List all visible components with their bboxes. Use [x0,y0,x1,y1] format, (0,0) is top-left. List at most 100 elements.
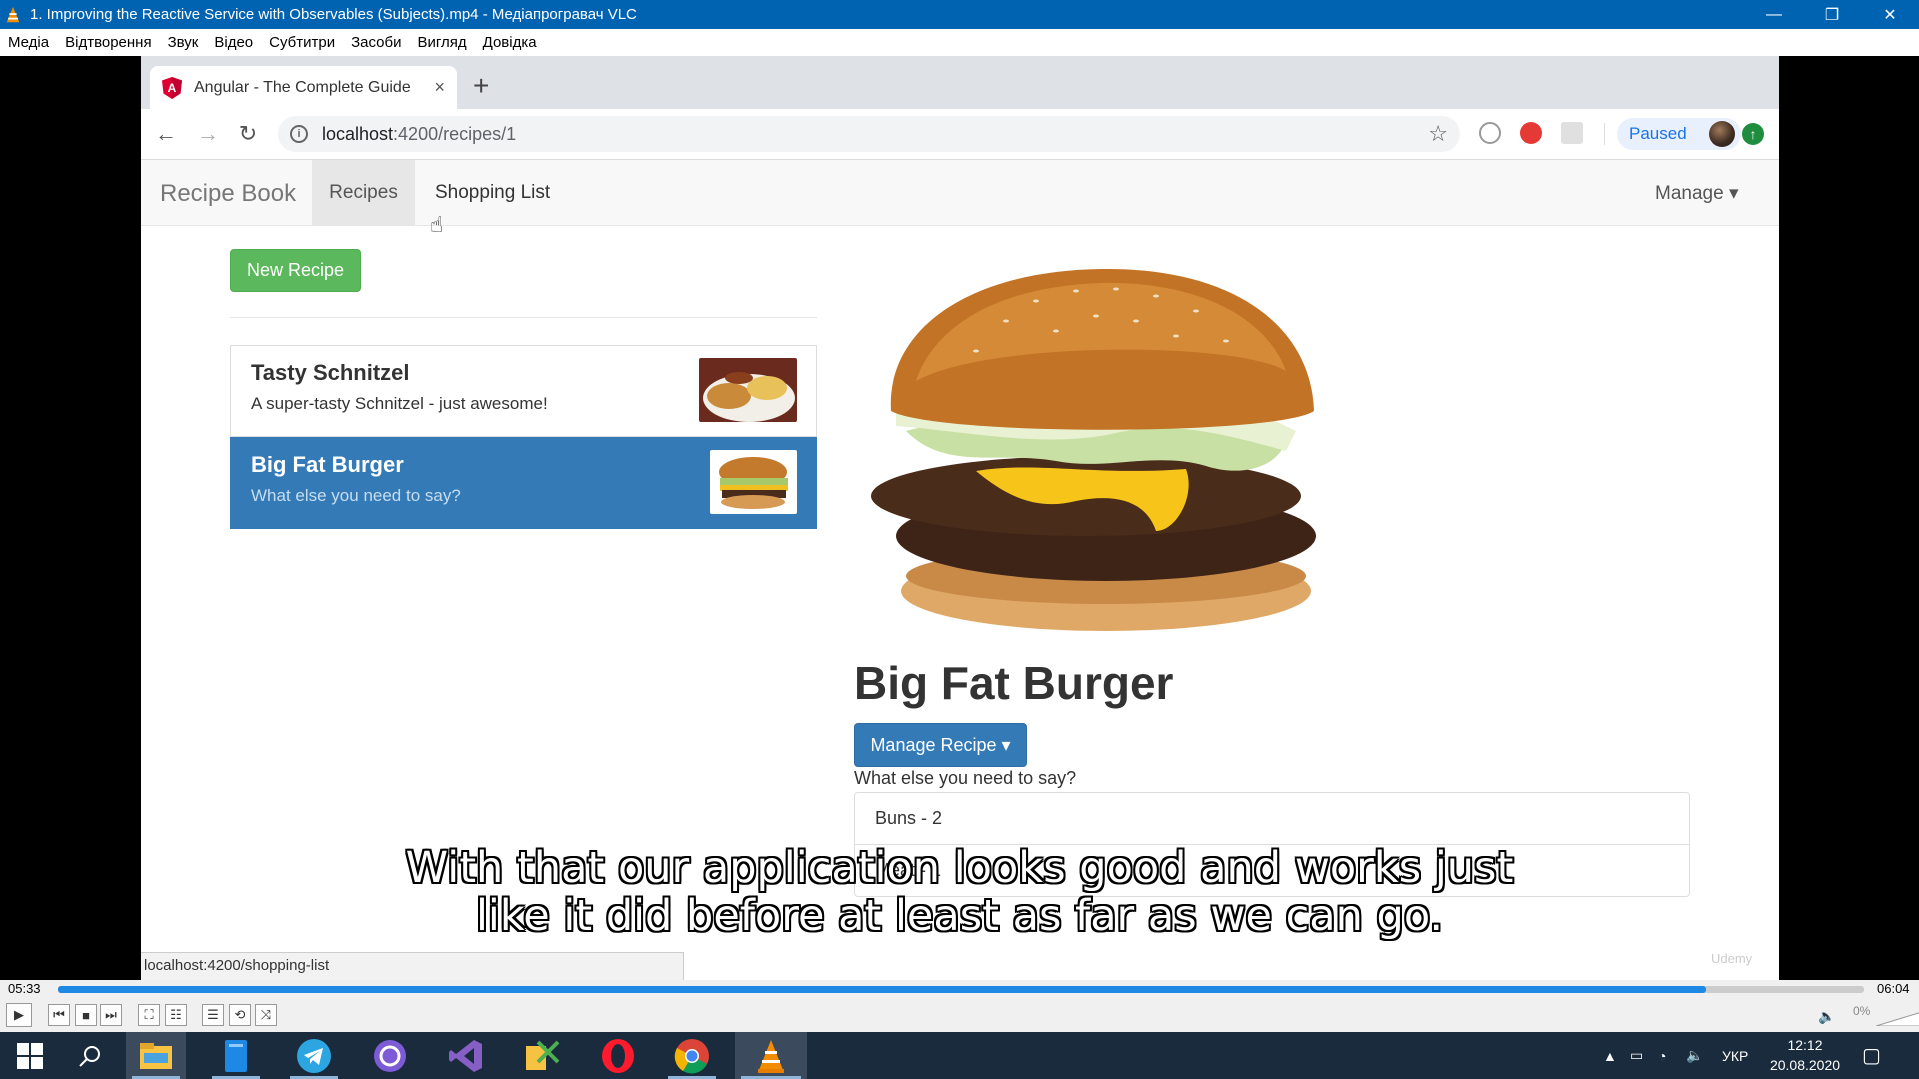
vlc-title-bar: 1. Improving the Reactive Service with O… [0,0,1919,29]
window-title: 1. Improving the Reactive Service with O… [30,6,637,23]
profile-paused-chip: Paused [1617,118,1741,150]
recipe-list-item-active: Big Fat Burger What else you need to say… [230,437,817,529]
menu-view[interactable]: Вигляд [409,34,474,51]
browser-tab-strip: A Angular - The Complete Guide × + [141,56,1779,109]
menu-video[interactable]: Відео [206,34,261,51]
nav-recipes: Recipes [312,160,415,226]
extended-settings-icon[interactable]: ☷ [165,1004,187,1026]
extension-adblock-icon [1520,122,1542,144]
avatar [1709,121,1735,147]
windows-taskbar: ▲ ▭ ◔ 🔈 УКР 12:12 20.08.2020 ▢ [0,1032,1919,1079]
subtitle-line-1: With that our application looks good and… [405,843,1514,893]
wifi-icon[interactable]: ◔ [1658,1032,1666,1079]
brand-link: Recipe Book [160,180,297,207]
chrome-icon[interactable] [662,1032,722,1079]
tab-title: Angular - The Complete Guide [194,78,411,96]
playlist-icon[interactable]: ☰ [202,1004,224,1026]
schnitzel-thumbnail [699,358,797,422]
video-area[interactable]: A Angular - The Complete Guide × + ← → ↻… [0,56,1919,980]
battery-icon[interactable]: ▭ [1630,1032,1643,1079]
telegram-icon[interactable] [284,1032,344,1079]
back-icon: ← [155,121,177,146]
status-bar-url: localhost:4200/shopping-list [141,952,684,980]
menu-subtitles[interactable]: Субтитри [261,34,343,51]
ingredient-item: Buns - 2 [854,792,1690,845]
nav-shopping-list: Shopping List [435,182,551,203]
restore-button[interactable]: ❐ [1803,0,1861,29]
volume-icon[interactable]: 🔈 [1818,1008,1835,1025]
vlc-cone-icon [6,6,20,22]
loop-icon[interactable]: ⟲ [229,1004,251,1026]
speaker-icon[interactable]: 🔈 [1686,1032,1703,1079]
extension-timer-icon [1479,122,1501,144]
browser-toolbar: ← → ↻ i localhost:4200/recipes/1 ☆ Pause… [141,109,1779,160]
stop-icon[interactable]: ■ [75,1004,97,1026]
close-button[interactable]: ✕ [1861,0,1919,29]
start-windows-icon[interactable] [0,1032,60,1079]
divider [230,317,817,318]
manage-recipe-button: Manage Recipe ▾ [854,723,1027,767]
menu-help[interactable]: Довідка [475,34,545,51]
clock-time: 12:12 [1787,1037,1823,1053]
menu-playback[interactable]: Відтворення [57,34,159,51]
subtitle-line-2: like it did before at least as far as we… [475,891,1444,941]
seek-progress [58,986,1706,993]
opera-icon[interactable] [588,1032,648,1079]
new-recipe-button: New Recipe [230,249,361,292]
fullscreen-icon[interactable]: ⛶ [138,1004,160,1026]
burger-thumbnail [710,450,797,514]
reload-icon: ↻ [238,121,258,146]
nav-manage-dropdown: Manage ▾ [1655,183,1739,204]
toolbar-divider [1604,123,1605,145]
clock[interactable]: 12:12 20.08.2020 [1760,1035,1850,1075]
volume-level: 0% [1853,1004,1871,1018]
burger-image [871,268,1316,631]
menu-tools[interactable]: Засоби [343,34,409,51]
minimize-button[interactable]: — [1745,0,1803,29]
recipe-detail-description: What else you need to say? [854,768,1077,788]
address-bar: i localhost:4200/recipes/1 ☆ [278,116,1460,152]
books-app-icon[interactable] [206,1032,266,1079]
vlc-menu-bar: Медіа Відтворення Звук Відео Субтитри За… [0,29,1919,56]
visual-studio-icon[interactable] [436,1032,496,1079]
video-frame: A Angular - The Complete Guide × + ← → ↻… [141,56,1779,980]
tab-close-icon: × [434,77,445,97]
bookmark-star-icon: ☆ [1428,121,1448,146]
volume-slider[interactable] [1876,1004,1919,1026]
menu-media[interactable]: Медіа [0,34,57,51]
url-host: localhost [322,123,394,144]
vlc-controls: 05:33 06:04 ▶ ⏮ ■ ⏭ ⛶ ☷ ☰ ⟲ ⤨ 🔈 0% [0,980,1919,1032]
show-hidden-icons-icon[interactable]: ▲ [1603,1032,1617,1079]
dev-tool-icon[interactable] [512,1032,572,1079]
search-icon[interactable] [60,1032,120,1079]
elapsed-time: 05:33 [8,981,41,996]
vlc-taskbar-icon[interactable] [735,1032,807,1079]
previous-icon[interactable]: ⏮ [48,1004,70,1026]
play-icon[interactable]: ▶ [6,1003,32,1027]
seek-bar[interactable] [58,986,1864,993]
browser-tab: A Angular - The Complete Guide × [150,66,457,109]
language-indicator[interactable]: УКР [1722,1032,1748,1079]
viber-icon[interactable] [360,1032,420,1079]
chrome-update-icon: ↑ [1742,123,1764,145]
hand-cursor-icon: ☝ [430,212,444,237]
shuffle-icon[interactable]: ⤨ [255,1004,277,1026]
clock-date: 20.08.2020 [1769,1057,1841,1073]
angular-icon: A [162,76,182,99]
total-time: 06:04 [1877,981,1910,996]
extension-puzzle-icon [1561,122,1583,144]
recipe-detail-title: Big Fat Burger [854,657,1174,709]
next-icon[interactable]: ⏭ [100,1004,122,1026]
profile-status-label: Paused [1629,124,1687,143]
subtitle-text: With that our application looks good and… [0,844,1919,940]
new-tab-icon: + [473,70,490,101]
recipe-list-item: Tasty Schnitzel A super-tasty Schnitzel … [230,345,817,437]
udemy-watermark: Udemy [1711,951,1753,966]
notifications-icon[interactable]: ▢ [1862,1032,1881,1079]
file-explorer-icon[interactable] [126,1032,186,1079]
app-navbar: Recipe Book Recipes Shopping List Manage… [141,160,1779,226]
forward-icon: → [197,121,219,146]
info-icon: i [290,125,308,143]
menu-audio[interactable]: Звук [160,34,207,51]
url-path: :4200/recipes/1 [393,123,517,144]
